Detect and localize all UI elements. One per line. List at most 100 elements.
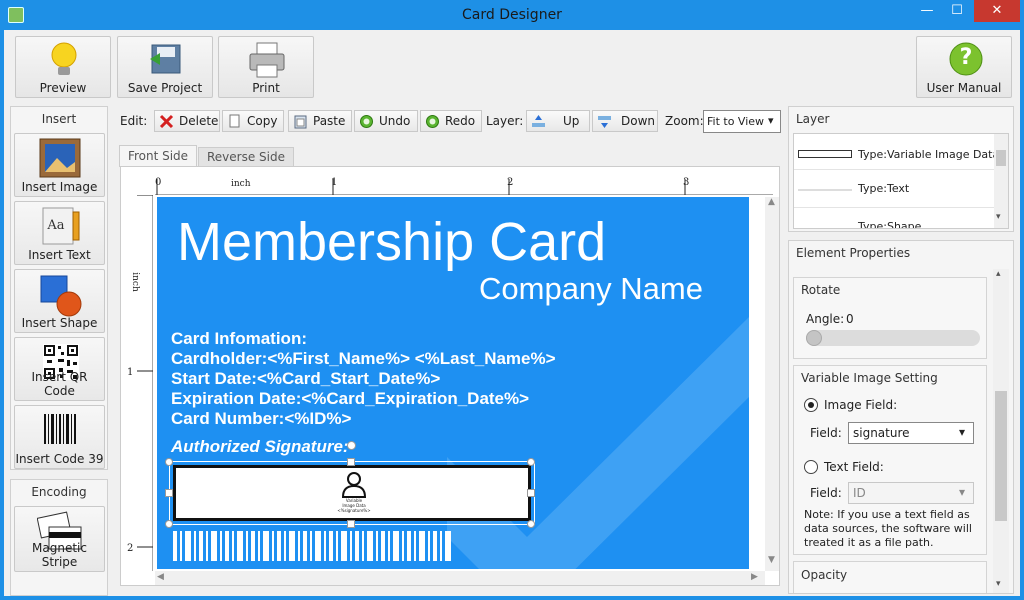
card-info-line-2[interactable]: Cardholder:<%First_Name%> <%Last_Name%> [171,349,556,369]
zoom-select[interactable]: Fit to View ▾ [703,110,781,133]
variable-image-setting-group: Variable Image Setting Image Field: Fiel… [793,365,987,555]
variable-image-note: Note: If you use a text field as data so… [804,508,972,549]
chevron-down-icon[interactable]: ▾ [996,212,1001,222]
layer-up-icon [532,115,545,127]
minimize-button[interactable]: — [912,0,942,22]
insert-image-button[interactable]: Insert Image [14,133,105,197]
insert-qr-code-button[interactable]: Insert QR Code [14,337,105,401]
copy-button[interactable]: Copy [222,110,284,132]
magnetic-stripe-button[interactable]: Magnetic Stripe [14,506,105,572]
selection-frame [169,461,535,525]
v-tick-2: 2 [127,543,134,554]
element-properties-header: Element Properties [796,246,911,260]
opacity-header: Opacity [801,568,848,582]
resize-handle-t[interactable] [347,458,355,466]
properties-scrollbar[interactable]: ▴ ▾ [993,269,1009,593]
chevron-up-icon[interactable]: ▴ [996,269,1001,279]
card-info-line-5[interactable]: Card Number:<%ID%> [171,409,351,429]
layer-item-variable-image[interactable]: Type:Variable Image Data [794,140,999,170]
scroll-right-icon[interactable]: ▶ [751,572,758,582]
insert-text-label: Insert Text [28,248,91,262]
tab-front-side[interactable]: Front Side [119,145,197,167]
angle-slider-thumb[interactable] [806,330,822,346]
delete-button[interactable]: Delete [154,110,220,132]
card-title[interactable]: Membership Card [177,211,606,273]
text-field-radio[interactable] [804,460,818,474]
help-glyph: ? [959,45,973,70]
layer-item-text[interactable]: Type:Text [794,172,994,208]
layer-label: Layer: [486,114,524,128]
chevron-down-icon: ▾ [959,485,966,499]
rotate-group: Rotate Angle: 0 [793,277,987,359]
resize-handle-b[interactable] [347,520,355,528]
properties-scroll-thumb[interactable] [995,391,1007,521]
delete-label: Delete [179,114,219,128]
insert-code39-button[interactable]: Insert Code 39 [14,405,105,469]
image-field-select[interactable]: signature ▾ [848,422,974,444]
undo-button[interactable]: Undo [354,110,418,132]
resize-handle-bl[interactable] [165,520,173,528]
user-manual-button[interactable]: ? User Manual [916,36,1012,98]
layer-down-button[interactable]: Down [592,110,658,132]
shape-icon [40,275,82,317]
layer-scroll-thumb[interactable] [996,150,1006,166]
text-field-value: ID [853,486,866,500]
layer-up-button[interactable]: Up [526,110,590,132]
scroll-up-icon[interactable]: ▲ [768,197,775,207]
resize-handle-r[interactable] [527,489,535,497]
lightbulb-icon [51,42,77,75]
client-area: Preview Save Project Print ? User Manual… [4,30,1020,596]
layer-item-label: Type:Text [858,182,910,195]
rotate-handle[interactable] [347,441,356,450]
text-field-label: Text Field: [824,460,884,474]
card-company-name[interactable]: Company Name [479,271,703,307]
canvas-vertical-scrollbar[interactable]: ▲ ▼ [765,197,779,571]
opacity-group: Opacity [793,561,987,593]
layer-item-shape[interactable]: Type:Shape [794,210,994,228]
scroll-down-icon[interactable]: ▼ [768,555,775,565]
preview-label: Preview [39,81,87,95]
redo-button[interactable]: Redo [420,110,482,132]
h-ruler-unit: inch [231,179,251,189]
signature-label[interactable]: Authorized Signature: [171,437,349,457]
card-info-line-3[interactable]: Start Date:<%Card_Start_Date%> [171,369,440,389]
card-barcode[interactable] [173,531,455,561]
image-field-label: Image Field: [824,398,898,412]
chevron-down-icon[interactable]: ▾ [996,579,1001,589]
resize-handle-tr[interactable] [527,458,535,466]
save-project-button[interactable]: Save Project [117,36,213,98]
text-field-select[interactable]: ID ▾ [848,482,974,504]
canvas-horizontal-scrollbar[interactable]: ◀ ▶ [155,571,765,585]
h-tick-0: 0 [155,177,162,188]
card-info-line-4[interactable]: Expiration Date:<%Card_Expiration_Date%> [171,389,529,409]
preview-button[interactable]: Preview [15,36,111,98]
resize-handle-tl[interactable] [165,458,173,466]
close-button[interactable]: ✕ [974,0,1020,22]
magnetic-stripe-label: Magnetic Stripe [32,541,87,569]
insert-text-button[interactable]: Aa Insert Text [14,201,105,265]
paste-label: Paste [313,114,346,128]
print-button[interactable]: Print [218,36,314,98]
scroll-left-icon[interactable]: ◀ [157,572,164,582]
card-info-line-1[interactable]: Card Infomation: [171,329,307,349]
paste-button[interactable]: Paste [288,110,352,132]
angle-slider[interactable] [806,330,980,346]
layer-down-label: Down [621,114,656,128]
v-ruler-unit: inch [129,272,140,292]
resize-handle-l[interactable] [165,489,173,497]
chevron-down-icon: ▾ [959,425,966,439]
insert-shape-button[interactable]: Insert Shape [14,269,105,333]
maximize-button[interactable]: ☐ [942,0,972,22]
layer-list-scrollbar[interactable]: ▾ [994,134,1008,228]
layer-thumbnail [798,150,852,158]
insert-panel: Insert Insert Image Aa Insert Text Inser… [10,106,108,470]
copy-icon [229,114,240,128]
image-field-radio[interactable] [804,398,818,412]
rotate-header: Rotate [801,283,841,297]
tab-reverse-side[interactable]: Reverse Side [198,147,294,167]
card-front[interactable]: Membership Card Company Name Card Infoma… [157,197,749,569]
insert-header: Insert [41,112,77,126]
design-canvas: 0 1 2 3 inch 1 2 inch Membership Card Co… [120,166,780,586]
resize-handle-br[interactable] [527,520,535,528]
insert-image-label: Insert Image [21,180,98,194]
